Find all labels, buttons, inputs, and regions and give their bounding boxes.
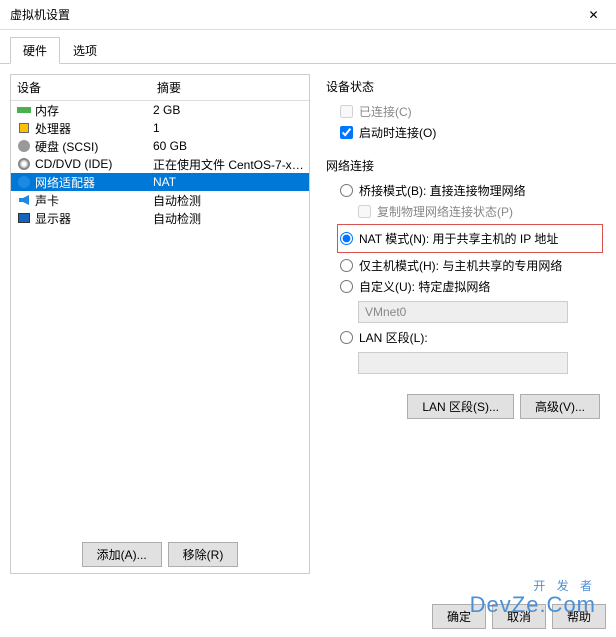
hostonly-label: 仅主机模式(H): 与主机共享的专用网络 <box>359 257 562 274</box>
advanced-button[interactable]: 高级(V)... <box>520 394 600 419</box>
device-buttons: 添加(A)... 移除(R) <box>11 536 309 573</box>
device-name: CD/DVD (IDE) <box>33 157 151 171</box>
connect-at-power-checkbox[interactable] <box>340 126 353 139</box>
connect-at-power-label: 启动时连接(O) <box>359 124 436 141</box>
close-button[interactable]: ✕ <box>571 0 616 30</box>
display-icon <box>15 210 33 226</box>
device-summary: 60 GB <box>151 139 309 153</box>
settings-panel: 设备状态 已连接(C) 启动时连接(O) 网络连接 桥接模式(B): 直接连接物… <box>320 74 606 574</box>
device-status-group: 设备状态 已连接(C) 启动时连接(O) <box>326 78 600 143</box>
device-name: 处理器 <box>33 120 151 137</box>
bridge-label: 桥接模式(B): 直接连接物理网络 <box>359 182 526 199</box>
sound-icon <box>15 192 33 208</box>
custom-network-dropdown: VMnet0 <box>358 301 568 323</box>
connected-checkbox <box>340 105 353 118</box>
network-buttons: LAN 区段(S)... 高级(V)... <box>326 394 600 419</box>
connected-label: 已连接(C) <box>359 103 412 120</box>
remove-button[interactable]: 移除(R) <box>168 542 239 567</box>
replicate-checkbox <box>358 205 371 218</box>
ok-button[interactable]: 确定 <box>432 604 486 629</box>
cd-icon <box>15 156 33 172</box>
network-title: 网络连接 <box>326 157 600 174</box>
device-summary: 1 <box>151 121 309 135</box>
tab-hardware[interactable]: 硬件 <box>10 37 60 64</box>
tab-options[interactable]: 选项 <box>60 37 110 64</box>
table-row[interactable]: CD/DVD (IDE) 正在使用文件 CentOS-7-x86... <box>11 155 309 173</box>
device-summary: NAT <box>151 175 309 189</box>
window-title: 虚拟机设置 <box>10 6 70 23</box>
table-row[interactable]: 硬盘 (SCSI) 60 GB <box>11 137 309 155</box>
custom-radio-row[interactable]: 自定义(U): 特定虚拟网络 <box>340 276 600 297</box>
device-name: 显示器 <box>33 210 151 227</box>
device-status-title: 设备状态 <box>326 78 600 95</box>
disk-icon <box>15 138 33 154</box>
bridge-radio[interactable] <box>340 184 353 197</box>
hostonly-radio-row[interactable]: 仅主机模式(H): 与主机共享的专用网络 <box>340 255 600 276</box>
hostonly-radio[interactable] <box>340 259 353 272</box>
content-area: 设备 摘要 内存 2 GB 处理器 1 硬盘 (SCSI) 60 GB <box>0 64 616 584</box>
add-button[interactable]: 添加(A)... <box>82 542 162 567</box>
network-icon <box>15 174 33 190</box>
lan-label: LAN 区段(L): <box>359 329 428 346</box>
table-row[interactable]: 内存 2 GB <box>11 101 309 119</box>
memory-icon <box>15 102 33 118</box>
help-button[interactable]: 帮助 <box>552 604 606 629</box>
lan-segment-button[interactable]: LAN 区段(S)... <box>407 394 514 419</box>
device-name: 硬盘 (SCSI) <box>33 138 151 155</box>
cpu-icon <box>15 120 33 136</box>
device-name: 内存 <box>33 102 151 119</box>
device-name: 声卡 <box>33 192 151 209</box>
table-row[interactable]: 处理器 1 <box>11 119 309 137</box>
lan-radio-row[interactable]: LAN 区段(L): <box>340 327 600 348</box>
cancel-button[interactable]: 取消 <box>492 604 546 629</box>
nat-radio-row[interactable]: NAT 模式(N): 用于共享主机的 IP 地址 <box>340 228 600 249</box>
table-row[interactable]: 声卡 自动检测 <box>11 191 309 209</box>
device-name: 网络适配器 <box>33 174 151 191</box>
table-body: 内存 2 GB 处理器 1 硬盘 (SCSI) 60 GB CD/DVD (ID… <box>11 101 309 227</box>
device-summary: 自动检测 <box>151 210 309 227</box>
dialog-footer: 确定 取消 帮助 <box>432 604 606 629</box>
custom-radio[interactable] <box>340 280 353 293</box>
table-header: 设备 摘要 <box>11 75 309 101</box>
titlebar: 虚拟机设置 ✕ <box>0 0 616 30</box>
nat-highlight: NAT 模式(N): 用于共享主机的 IP 地址 <box>337 224 603 253</box>
close-icon: ✕ <box>588 8 598 22</box>
device-summary: 自动检测 <box>151 192 309 209</box>
lan-segment-dropdown <box>358 352 568 374</box>
device-summary: 2 GB <box>151 103 309 117</box>
lan-radio[interactable] <box>340 331 353 344</box>
nat-label: NAT 模式(N): 用于共享主机的 IP 地址 <box>359 230 558 247</box>
custom-label: 自定义(U): 特定虚拟网络 <box>359 278 490 295</box>
column-summary[interactable]: 摘要 <box>151 75 309 100</box>
table-row[interactable]: 显示器 自动检测 <box>11 209 309 227</box>
tab-bar: 硬件 选项 <box>0 30 616 64</box>
device-list-panel: 设备 摘要 内存 2 GB 处理器 1 硬盘 (SCSI) 60 GB <box>10 74 310 574</box>
nat-radio[interactable] <box>340 232 353 245</box>
device-summary: 正在使用文件 CentOS-7-x86... <box>151 156 309 173</box>
replicate-row: 复制物理网络连接状态(P) <box>340 201 600 222</box>
column-device[interactable]: 设备 <box>11 75 151 100</box>
network-connection-group: 网络连接 桥接模式(B): 直接连接物理网络 复制物理网络连接状态(P) NAT… <box>326 157 600 374</box>
table-row[interactable]: 网络适配器 NAT <box>11 173 309 191</box>
replicate-label: 复制物理网络连接状态(P) <box>377 203 513 220</box>
connect-at-power-row[interactable]: 启动时连接(O) <box>340 122 600 143</box>
connected-checkbox-row: 已连接(C) <box>340 101 600 122</box>
bridge-radio-row[interactable]: 桥接模式(B): 直接连接物理网络 <box>340 180 600 201</box>
